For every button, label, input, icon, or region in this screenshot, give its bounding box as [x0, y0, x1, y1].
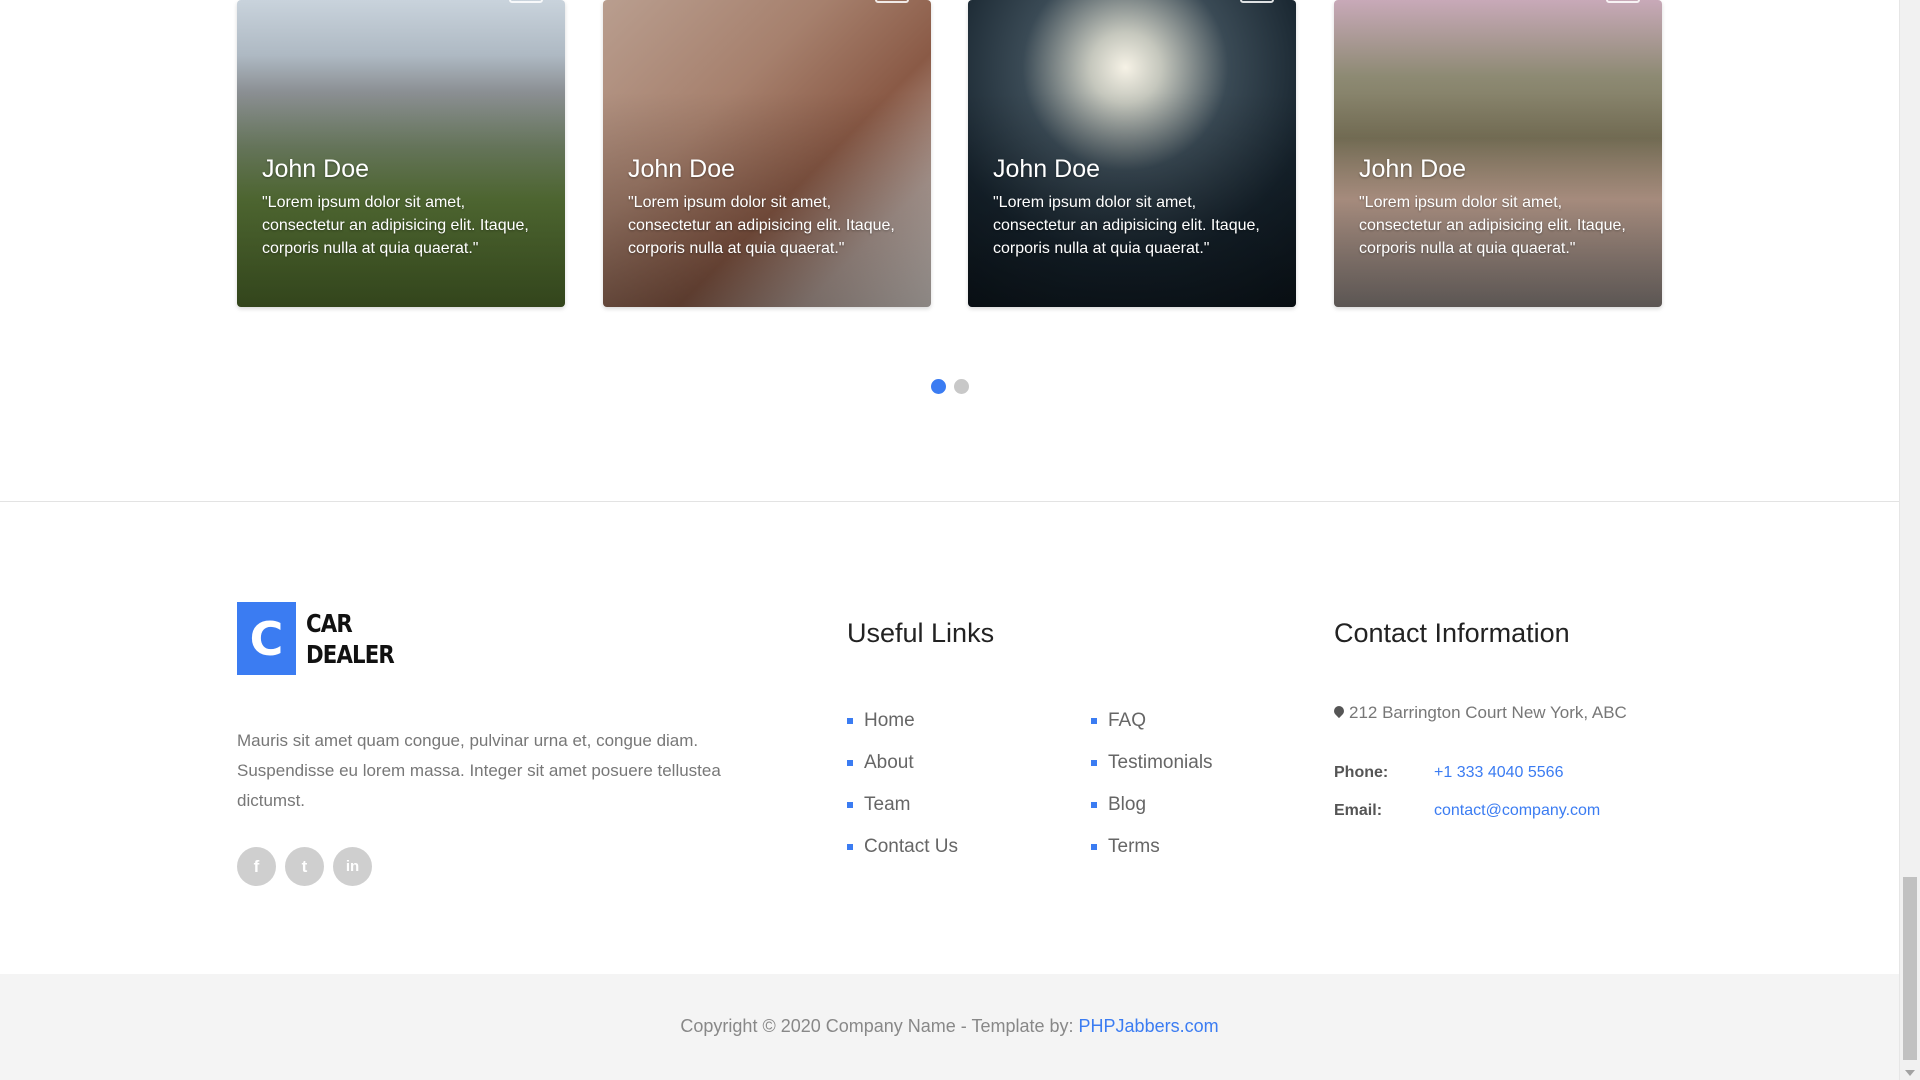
footer-link-team[interactable]: Team — [847, 784, 958, 826]
testimonial-name: John Doe — [262, 155, 370, 183]
carousel-pagination — [931, 379, 969, 394]
email-row: Email: contact@company.com — [1334, 802, 1600, 820]
map-marker-icon — [1334, 706, 1344, 720]
carousel-dot-1[interactable] — [931, 379, 946, 394]
testimonial-name: John Doe — [993, 155, 1101, 183]
testimonial-card: John Doe "Lorem ipsum dolor sit amet, co… — [1334, 0, 1662, 307]
testimonial-name: John Doe — [628, 155, 736, 183]
footer-link-terms[interactable]: Terms — [1091, 826, 1213, 868]
square-bullet-icon — [1091, 760, 1097, 766]
phone-label: Phone: — [1334, 764, 1389, 781]
testimonial-name: John Doe — [1359, 155, 1467, 183]
facebook-icon[interactable]: f — [237, 847, 276, 886]
testimonial-card: John Doe "Lorem ipsum dolor sit amet, co… — [968, 0, 1296, 307]
footer-link-home[interactable]: Home — [847, 700, 958, 742]
copyright-text: Copyright © 2020 Company Name - Template… — [680, 1016, 1219, 1036]
card-tag-icon — [1240, 0, 1274, 3]
phone-row: Phone: +1 333 4040 5566 — [1334, 764, 1563, 782]
linkedin-icon[interactable]: in — [333, 847, 372, 886]
useful-links-title: Useful Links — [847, 618, 995, 648]
testimonial-quote: "Lorem ipsum dolor sit amet, consectetur… — [262, 194, 529, 257]
testimonial-quote: "Lorem ipsum dolor sit amet, consectetur… — [1359, 194, 1626, 257]
testimonial-carousel: John Doe "Lorem ipsum dolor sit amet, co… — [237, 0, 1663, 307]
footer-about-text: Mauris sit amet quam congue, pulvinar ur… — [237, 731, 721, 810]
card-tag-icon — [875, 0, 909, 3]
testimonial-quote: "Lorem ipsum dolor sit amet, consectetur… — [993, 194, 1260, 257]
footer-link-faq[interactable]: FAQ — [1091, 700, 1213, 742]
footer-link-blog[interactable]: Blog — [1091, 784, 1213, 826]
section-divider — [0, 501, 1899, 502]
testimonial-card: John Doe "Lorem ipsum dolor sit amet, co… — [603, 0, 931, 307]
twitter-icon[interactable]: t — [285, 847, 324, 886]
useful-links-col-1: Home About Team Contact Us — [847, 700, 958, 868]
page-scrollbar[interactable] — [1899, 0, 1920, 1080]
template-author-link[interactable]: PHPJabbers.com — [1079, 1016, 1219, 1036]
phone-link[interactable]: +1 333 4040 5566 — [1434, 764, 1563, 782]
carousel-dot-2[interactable] — [954, 379, 969, 394]
square-bullet-icon — [847, 718, 853, 724]
card-tag-icon — [509, 0, 543, 3]
scroll-down-arrow-icon[interactable] — [1905, 1070, 1915, 1076]
email-link[interactable]: contact@company.com — [1434, 802, 1600, 820]
testimonial-quote: "Lorem ipsum dolor sit amet, consectetur… — [628, 194, 895, 257]
site-logo[interactable]: C CAR DEALER — [237, 602, 409, 675]
scrollbar-thumb[interactable] — [1903, 877, 1917, 1060]
square-bullet-icon — [1091, 844, 1097, 850]
square-bullet-icon — [847, 844, 853, 850]
card-tag-icon — [1606, 0, 1640, 3]
contact-info-title: Contact Information — [1334, 618, 1570, 648]
social-links: f t in — [237, 847, 372, 886]
address: 212 Barrington Court New York, ABC — [1334, 703, 1627, 723]
email-label: Email: — [1334, 802, 1383, 819]
logo-text: CAR DEALER — [306, 608, 395, 669]
useful-links-col-2: FAQ Testimonials Blog Terms — [1091, 700, 1213, 868]
footer-link-about[interactable]: About — [847, 742, 958, 784]
square-bullet-icon — [1091, 718, 1097, 724]
square-bullet-icon — [1091, 802, 1097, 808]
square-bullet-icon — [847, 802, 853, 808]
footer-link-contact-us[interactable]: Contact Us — [847, 826, 958, 868]
testimonial-card: John Doe "Lorem ipsum dolor sit amet, co… — [237, 0, 565, 307]
logo-mark: C — [237, 602, 296, 675]
footer-link-testimonials[interactable]: Testimonials — [1091, 742, 1213, 784]
square-bullet-icon — [847, 760, 853, 766]
